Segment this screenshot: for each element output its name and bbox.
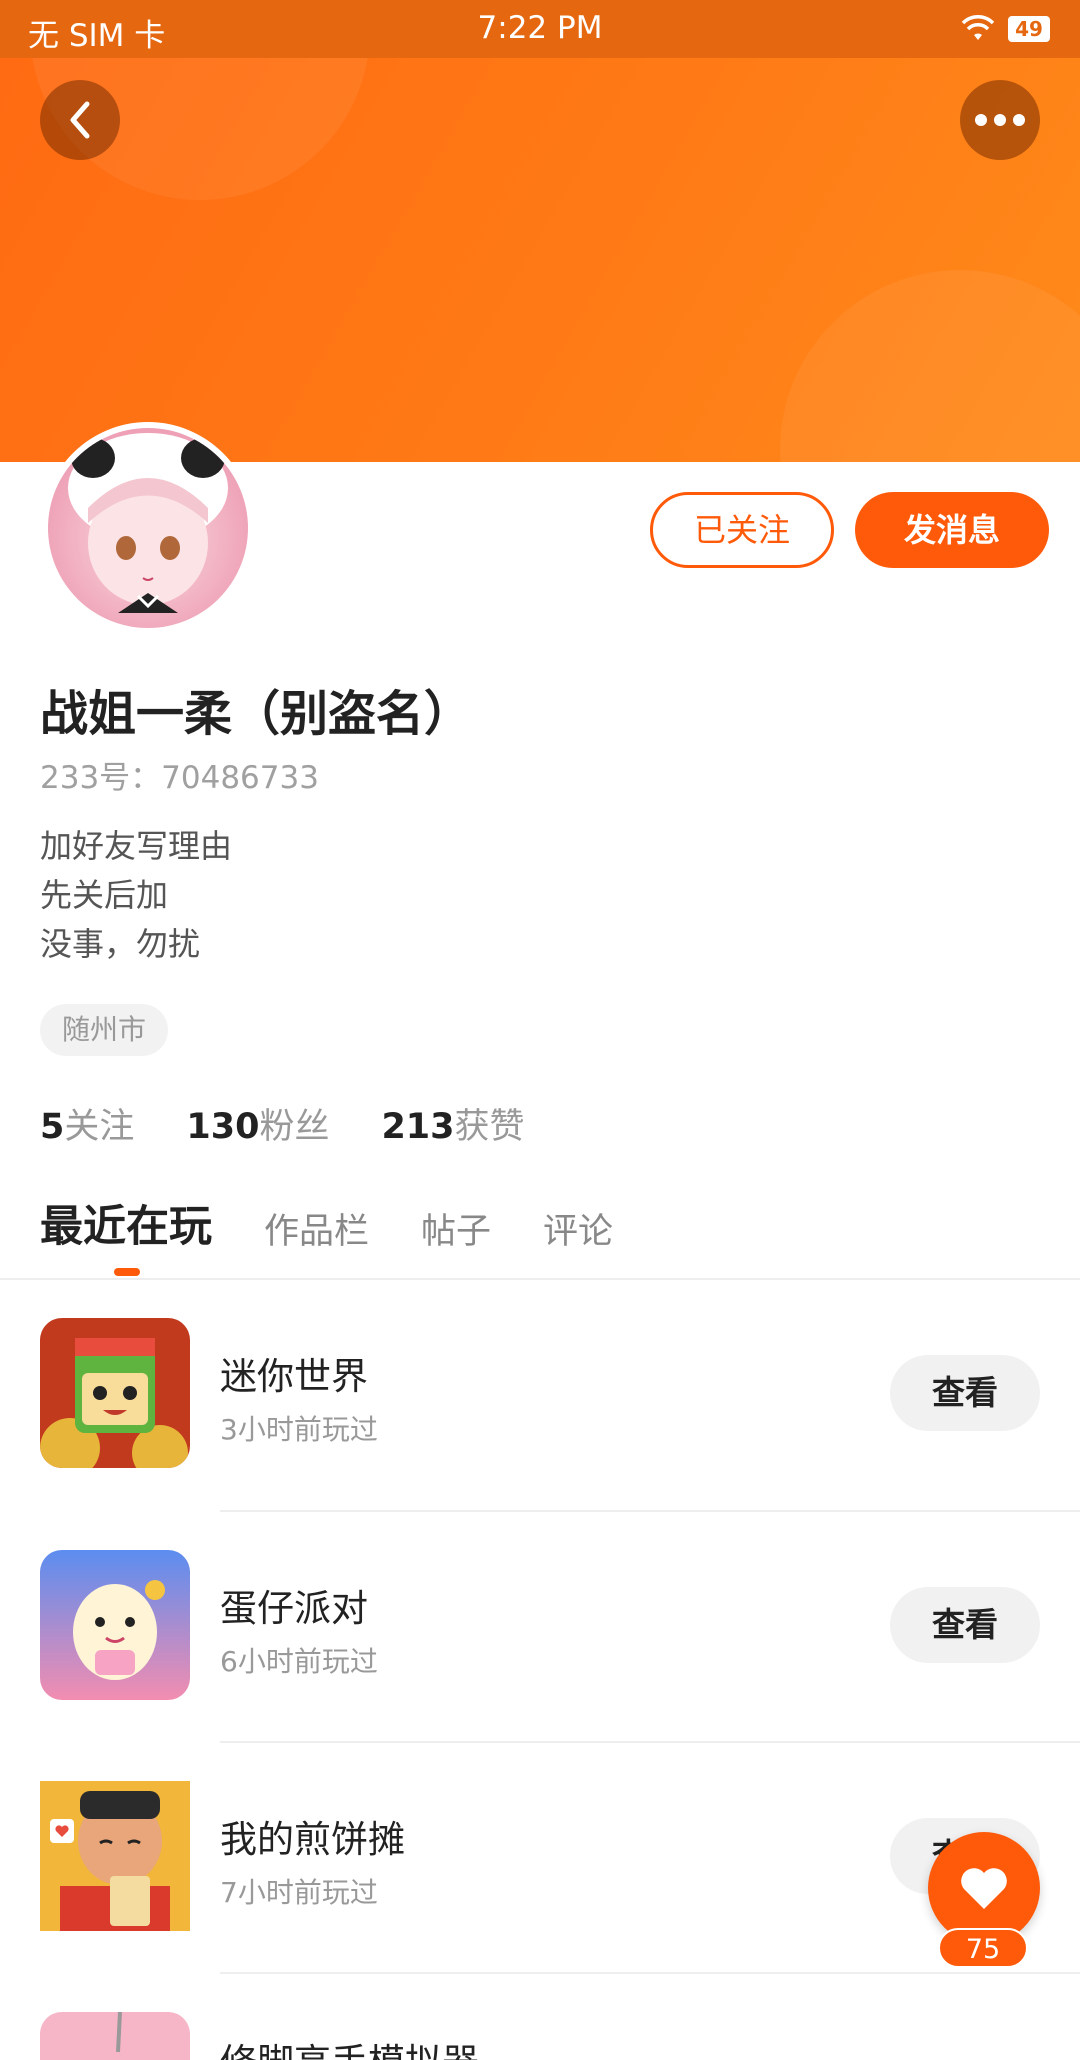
followed-button[interactable]: 已关注	[650, 492, 834, 568]
banner-decoration	[780, 270, 1080, 462]
status-bar: 无 SIM 卡 7:22 PM 49	[0, 0, 1080, 58]
stat-label: 粉丝	[259, 1107, 330, 1147]
battery-icon: 49	[1008, 16, 1050, 42]
tab-comments[interactable]: 评论	[543, 1203, 613, 1254]
list-item[interactable]: 修脚高手模拟器	[0, 2012, 1080, 2060]
bio-line: 先关后加	[40, 876, 169, 914]
avatar-image	[48, 428, 248, 628]
stat-label: 关注	[64, 1107, 135, 1147]
mini-world-icon	[40, 1318, 190, 1468]
location-tag: 随州市	[40, 1004, 169, 1056]
tab-indicator	[114, 1268, 140, 1276]
view-button[interactable]: 查看	[890, 1587, 1040, 1663]
more-dots-icon	[975, 114, 1025, 126]
user-id: 233号：70486733	[40, 760, 319, 796]
stat-following[interactable]: 5关注	[40, 1098, 134, 1149]
list-item[interactable]: 我的煎饼摊 7小时前玩过 查看	[0, 1781, 1080, 2012]
game-name: 我的煎饼摊	[220, 1818, 405, 1861]
anime-girl-avatar-icon	[68, 433, 228, 613]
profile-tabs: 最近在玩 作品栏 帖子 评论	[40, 1192, 665, 1254]
profile-bio: 加好友写理由 先关后加 没事，勿扰	[40, 822, 232, 969]
pedicure-simulator-icon	[40, 2012, 190, 2060]
list-item[interactable]: 蛋仔派对 6小时前玩过 查看	[0, 1550, 1080, 1781]
divider	[220, 1972, 1080, 1974]
chevron-left-icon	[70, 101, 90, 139]
stat-number: 213	[381, 1107, 455, 1147]
game-name: 迷你世界	[220, 1355, 368, 1398]
tab-works[interactable]: 作品栏	[264, 1203, 369, 1254]
bio-line: 加好友写理由	[40, 827, 233, 865]
send-message-button[interactable]: 发消息	[855, 492, 1049, 568]
clock: 7:22 PM	[477, 10, 603, 46]
game-name: 修脚高手模拟器	[220, 2032, 479, 2060]
pancake-stall-icon	[40, 1781, 190, 1931]
stat-followers[interactable]: 130粉丝	[186, 1098, 329, 1149]
heart-icon	[961, 1868, 1007, 1909]
list-item[interactable]: 迷你世界 3小时前玩过 查看	[0, 1318, 1080, 1549]
bio-line: 没事，勿扰	[40, 925, 201, 963]
profile-name: 战姐一柔（别盗名）	[40, 686, 473, 742]
last-played-time: 7小时前玩过	[220, 1876, 378, 1909]
wifi-icon	[961, 15, 995, 40]
avatar[interactable]	[42, 422, 254, 634]
divider	[220, 1510, 1080, 1512]
tab-posts[interactable]: 帖子	[421, 1203, 491, 1254]
profile-stats: 5关注 130粉丝 213获赞	[40, 1098, 577, 1149]
stat-number: 5	[40, 1107, 65, 1147]
view-button[interactable]: 查看	[890, 1355, 1040, 1431]
stat-number: 130	[186, 1107, 260, 1147]
eggy-party-icon	[40, 1550, 190, 1700]
divider	[0, 1278, 1080, 1280]
tab-recently-played[interactable]: 最近在玩	[40, 1192, 212, 1254]
stat-likes[interactable]: 213获赞	[381, 1098, 524, 1149]
game-name: 蛋仔派对	[220, 1587, 368, 1630]
stat-label: 获赞	[454, 1107, 525, 1147]
last-played-time: 6小时前玩过	[220, 1645, 378, 1678]
last-played-time: 3小时前玩过	[220, 1413, 378, 1446]
divider	[220, 1741, 1080, 1743]
back-button[interactable]	[40, 80, 120, 160]
profile-banner	[0, 0, 1080, 462]
more-options-button[interactable]	[960, 80, 1040, 160]
like-count-badge: 75	[938, 1928, 1028, 1968]
